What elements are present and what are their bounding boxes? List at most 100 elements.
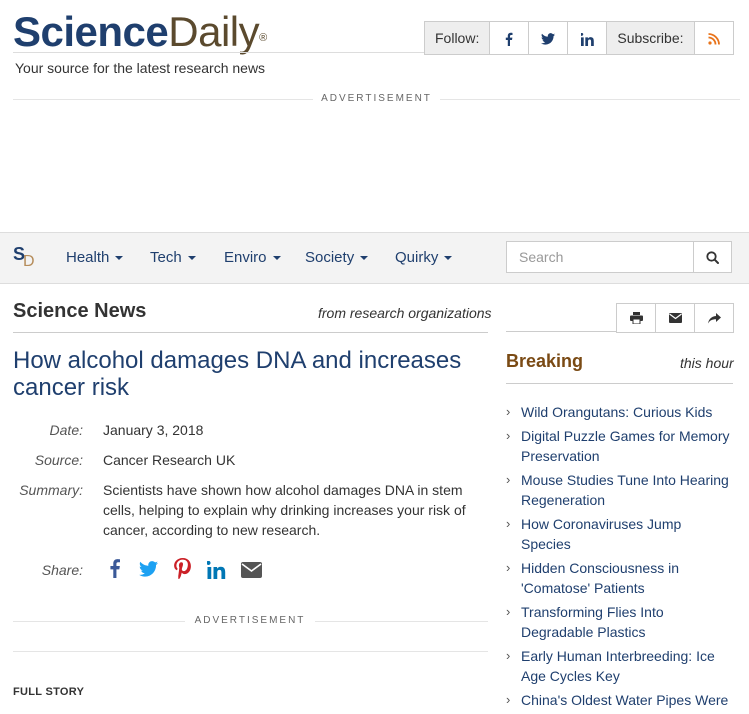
search-input[interactable] — [506, 241, 694, 273]
follow-bar: Follow: Subscribe: — [424, 21, 734, 55]
search-button[interactable] — [694, 241, 732, 273]
twitter-icon — [541, 33, 556, 45]
list-item[interactable]: › How Coronaviruses Jump Species — [506, 514, 734, 554]
news-link[interactable]: How Coronaviruses Jump Species — [521, 516, 681, 552]
print-button[interactable] — [617, 304, 656, 332]
chevron-right-icon: › — [506, 516, 511, 531]
twitter-icon — [139, 561, 158, 577]
print-icon — [629, 312, 643, 324]
share-twitter-button[interactable] — [139, 561, 158, 582]
caret-down-icon — [360, 256, 369, 261]
linkedin-follow-button[interactable] — [568, 22, 608, 54]
facebook-icon — [110, 559, 120, 578]
article-headline: How alcohol damages DNA and increases ca… — [13, 347, 462, 401]
rss-subscribe-button[interactable] — [694, 22, 733, 54]
article-date: January 3, 2018 — [103, 422, 204, 438]
search-form — [506, 241, 732, 273]
logo-science-text: Science — [13, 8, 169, 55]
site-logo[interactable]: ScienceDaily® — [13, 8, 267, 56]
ad-label-top: ADVERTISEMENT — [321, 93, 432, 104]
share-label: Share: — [41, 562, 83, 578]
facebook-follow-button[interactable] — [490, 22, 530, 54]
breaking-title: Breaking — [506, 351, 584, 371]
ad-rule-right — [440, 99, 740, 100]
source-label: Source: — [34, 452, 83, 468]
list-item[interactable]: › China's Oldest Water Pipes Were — [506, 690, 734, 710]
list-item[interactable]: › Wild Orangutans: Curious Kids — [506, 402, 734, 422]
nav-item-health[interactable]: Health — [66, 249, 124, 266]
search-icon — [706, 250, 719, 264]
news-link[interactable]: Hidden Consciousness in 'Comatose' Patie… — [521, 560, 679, 596]
nav-item-label: Health — [66, 249, 110, 266]
chevron-right-icon: › — [506, 560, 511, 575]
share-email-button[interactable] — [241, 562, 262, 583]
nav-item-enviro[interactable]: Enviro — [224, 249, 281, 266]
chevron-right-icon: › — [506, 472, 511, 487]
nav-logo-d: D — [23, 253, 35, 270]
chevron-right-icon: › — [506, 692, 511, 707]
logo-daily-text: Daily — [168, 8, 260, 55]
news-link[interactable]: Transforming Flies Into Degradable Plast… — [521, 604, 664, 640]
nav-logo[interactable]: SD — [13, 244, 37, 270]
chevron-right-icon: › — [506, 648, 511, 663]
article-summary: Scientists have shown how alcohol damage… — [103, 482, 466, 538]
ad-rule-mid-right — [315, 621, 488, 622]
breaking-news-list: › Wild Orangutans: Curious Kids › Digital … — [506, 402, 734, 714]
list-item[interactable]: › Mouse Studies Tune Into Hearing Regener… — [506, 470, 734, 510]
nav-item-label: Society — [305, 249, 355, 266]
caret-down-icon — [115, 256, 124, 261]
news-link[interactable]: Mouse Studies Tune Into Hearing Regenera… — [521, 472, 729, 508]
ad-slot-top[interactable] — [13, 108, 735, 226]
envelope-icon — [668, 313, 682, 323]
news-link[interactable]: Early Human Interbreeding: Ice Age Cycle… — [521, 648, 715, 684]
envelope-icon — [241, 562, 262, 578]
twitter-follow-button[interactable] — [529, 22, 569, 54]
chevron-right-icon: › — [506, 604, 511, 619]
subscribe-label: Subscribe: — [607, 22, 695, 54]
news-link[interactable]: Wild Orangutans: Curious Kids — [521, 404, 712, 420]
section-divider — [13, 332, 488, 333]
summary-label: Summary: — [19, 482, 83, 498]
list-item[interactable]: › Hidden Consciousness in 'Comatose' Pati… — [506, 558, 734, 598]
date-label: Date: — [49, 422, 83, 438]
list-item[interactable]: › Digital Puzzle Games for Memory Preserv… — [506, 426, 734, 466]
ad-mid-bottom-rule — [13, 651, 488, 652]
header-divider — [13, 52, 425, 53]
caret-down-icon — [272, 256, 281, 261]
section-title: Science News — [13, 300, 147, 322]
share-pinterest-button[interactable] — [174, 558, 191, 584]
caret-down-icon — [444, 256, 453, 261]
breaking-divider — [506, 383, 733, 384]
ad-rule-mid-left — [13, 621, 185, 622]
ad-rule-left — [13, 99, 313, 100]
list-item[interactable]: › Early Human Interbreeding: Ice Age Cycl… — [506, 646, 734, 686]
follow-label: Follow: — [425, 22, 491, 54]
facebook-icon — [506, 33, 513, 47]
linkedin-icon — [580, 32, 594, 46]
news-link[interactable]: China's Oldest Water Pipes Were — [521, 692, 728, 708]
site-tagline: Your source for the latest research news — [15, 60, 266, 76]
chevron-right-icon: › — [506, 404, 511, 419]
email-button[interactable] — [656, 304, 695, 332]
share-button[interactable] — [695, 304, 733, 332]
nav-item-society[interactable]: Society — [305, 249, 369, 266]
ad-label-mid: ADVERTISEMENT — [194, 615, 306, 626]
pinterest-icon — [174, 558, 191, 580]
share-linkedin-button[interactable] — [206, 560, 226, 584]
chevron-right-icon: › — [506, 428, 511, 443]
list-item[interactable]: › Transforming Flies Into Degradable Plas… — [506, 602, 734, 642]
share-arrow-icon — [707, 312, 721, 323]
rss-icon — [707, 33, 720, 45]
nav-item-quirky[interactable]: Quirky — [395, 249, 453, 266]
toolbar-divider — [506, 331, 616, 332]
logo-registered-mark: ® — [259, 32, 267, 44]
article-toolbar — [616, 303, 734, 333]
nav-item-tech[interactable]: Tech — [150, 249, 196, 266]
share-facebook-button[interactable] — [109, 558, 121, 583]
breaking-subtitle: this hour — [680, 355, 734, 371]
news-link[interactable]: Digital Puzzle Games for Memory Preserva… — [521, 428, 730, 464]
caret-down-icon — [187, 256, 196, 261]
nav-item-label: Enviro — [224, 249, 267, 266]
section-subtitle: from research organizations — [318, 305, 492, 321]
nav-item-label: Tech — [150, 249, 182, 266]
